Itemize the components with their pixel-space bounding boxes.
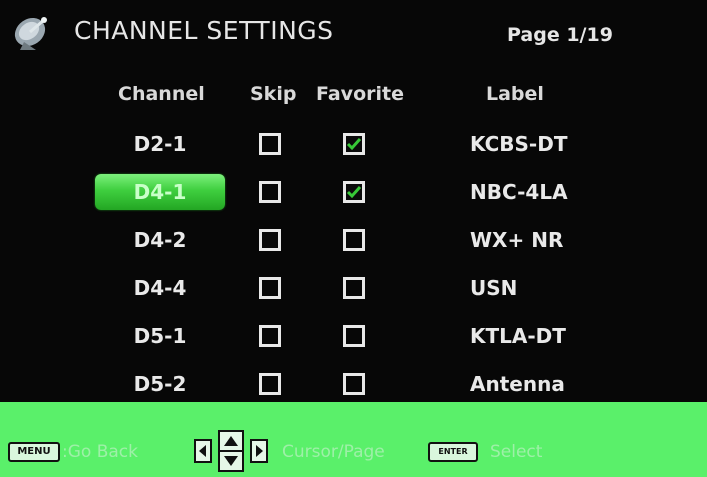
channel-row[interactable]: D2-1 KCBS-DT	[0, 126, 707, 162]
channel-label: NBC-4LA	[470, 180, 568, 204]
channel-row[interactable]: D4-4 USN	[0, 270, 707, 306]
channel-number[interactable]: D4-4	[95, 270, 225, 306]
menu-key-icon: MENU	[8, 442, 60, 462]
channel-row[interactable]: D5-2 Antenna	[0, 366, 707, 402]
favorite-checkbox[interactable]	[343, 133, 365, 155]
skip-checkbox[interactable]	[259, 181, 281, 203]
channel-number[interactable]: D4-2	[95, 222, 225, 258]
channel-number[interactable]: D5-1	[95, 318, 225, 354]
skip-checkbox[interactable]	[259, 373, 281, 395]
channel-settings-screen: CHANNEL SETTINGS Page 1/19 Channel Skip …	[0, 0, 707, 477]
skip-checkbox[interactable]	[259, 133, 281, 155]
favorite-checkbox[interactable]	[343, 181, 365, 203]
column-header-favorite: Favorite	[316, 83, 404, 105]
skip-checkbox[interactable]	[259, 325, 281, 347]
channel-number[interactable]: D5-2	[95, 366, 225, 402]
favorite-checkbox[interactable]	[343, 229, 365, 251]
cursor-page-hint: Cursor/Page	[282, 442, 385, 462]
enter-key-icon: ENTER	[428, 442, 478, 462]
favorite-checkbox[interactable]	[343, 277, 365, 299]
channel-label: USN	[470, 276, 518, 300]
channel-label: KTLA-DT	[470, 324, 566, 348]
arrow-keys-icon	[194, 430, 268, 472]
channel-label: WX+ NR	[470, 228, 564, 252]
header: CHANNEL SETTINGS Page 1/19	[0, 0, 707, 70]
skip-checkbox[interactable]	[259, 277, 281, 299]
enter-hint: Select	[490, 442, 543, 462]
favorite-checkbox[interactable]	[343, 373, 365, 395]
menu-hint: :Go Back	[62, 442, 138, 462]
column-header-skip: Skip	[250, 83, 297, 105]
skip-checkbox[interactable]	[259, 229, 281, 251]
channel-number[interactable]: D4-1	[95, 174, 225, 210]
column-header-label: Label	[486, 83, 544, 105]
page-indicator: Page 1/19	[507, 24, 613, 46]
satellite-dish-icon	[10, 12, 54, 52]
column-header-channel: Channel	[118, 83, 205, 105]
channel-row[interactable]: D4-1 NBC-4LA	[0, 174, 707, 210]
channel-row[interactable]: D4-2 WX+ NR	[0, 222, 707, 258]
channel-row[interactable]: D5-1 KTLA-DT	[0, 318, 707, 354]
channel-number[interactable]: D2-1	[95, 126, 225, 162]
channel-label: Antenna	[470, 372, 565, 396]
channel-label: KCBS-DT	[470, 132, 568, 156]
footer-hint-bar: MENU :Go Back Cursor/Page ENTER Select	[0, 402, 707, 477]
page-title: CHANNEL SETTINGS	[74, 16, 334, 45]
favorite-checkbox[interactable]	[343, 325, 365, 347]
